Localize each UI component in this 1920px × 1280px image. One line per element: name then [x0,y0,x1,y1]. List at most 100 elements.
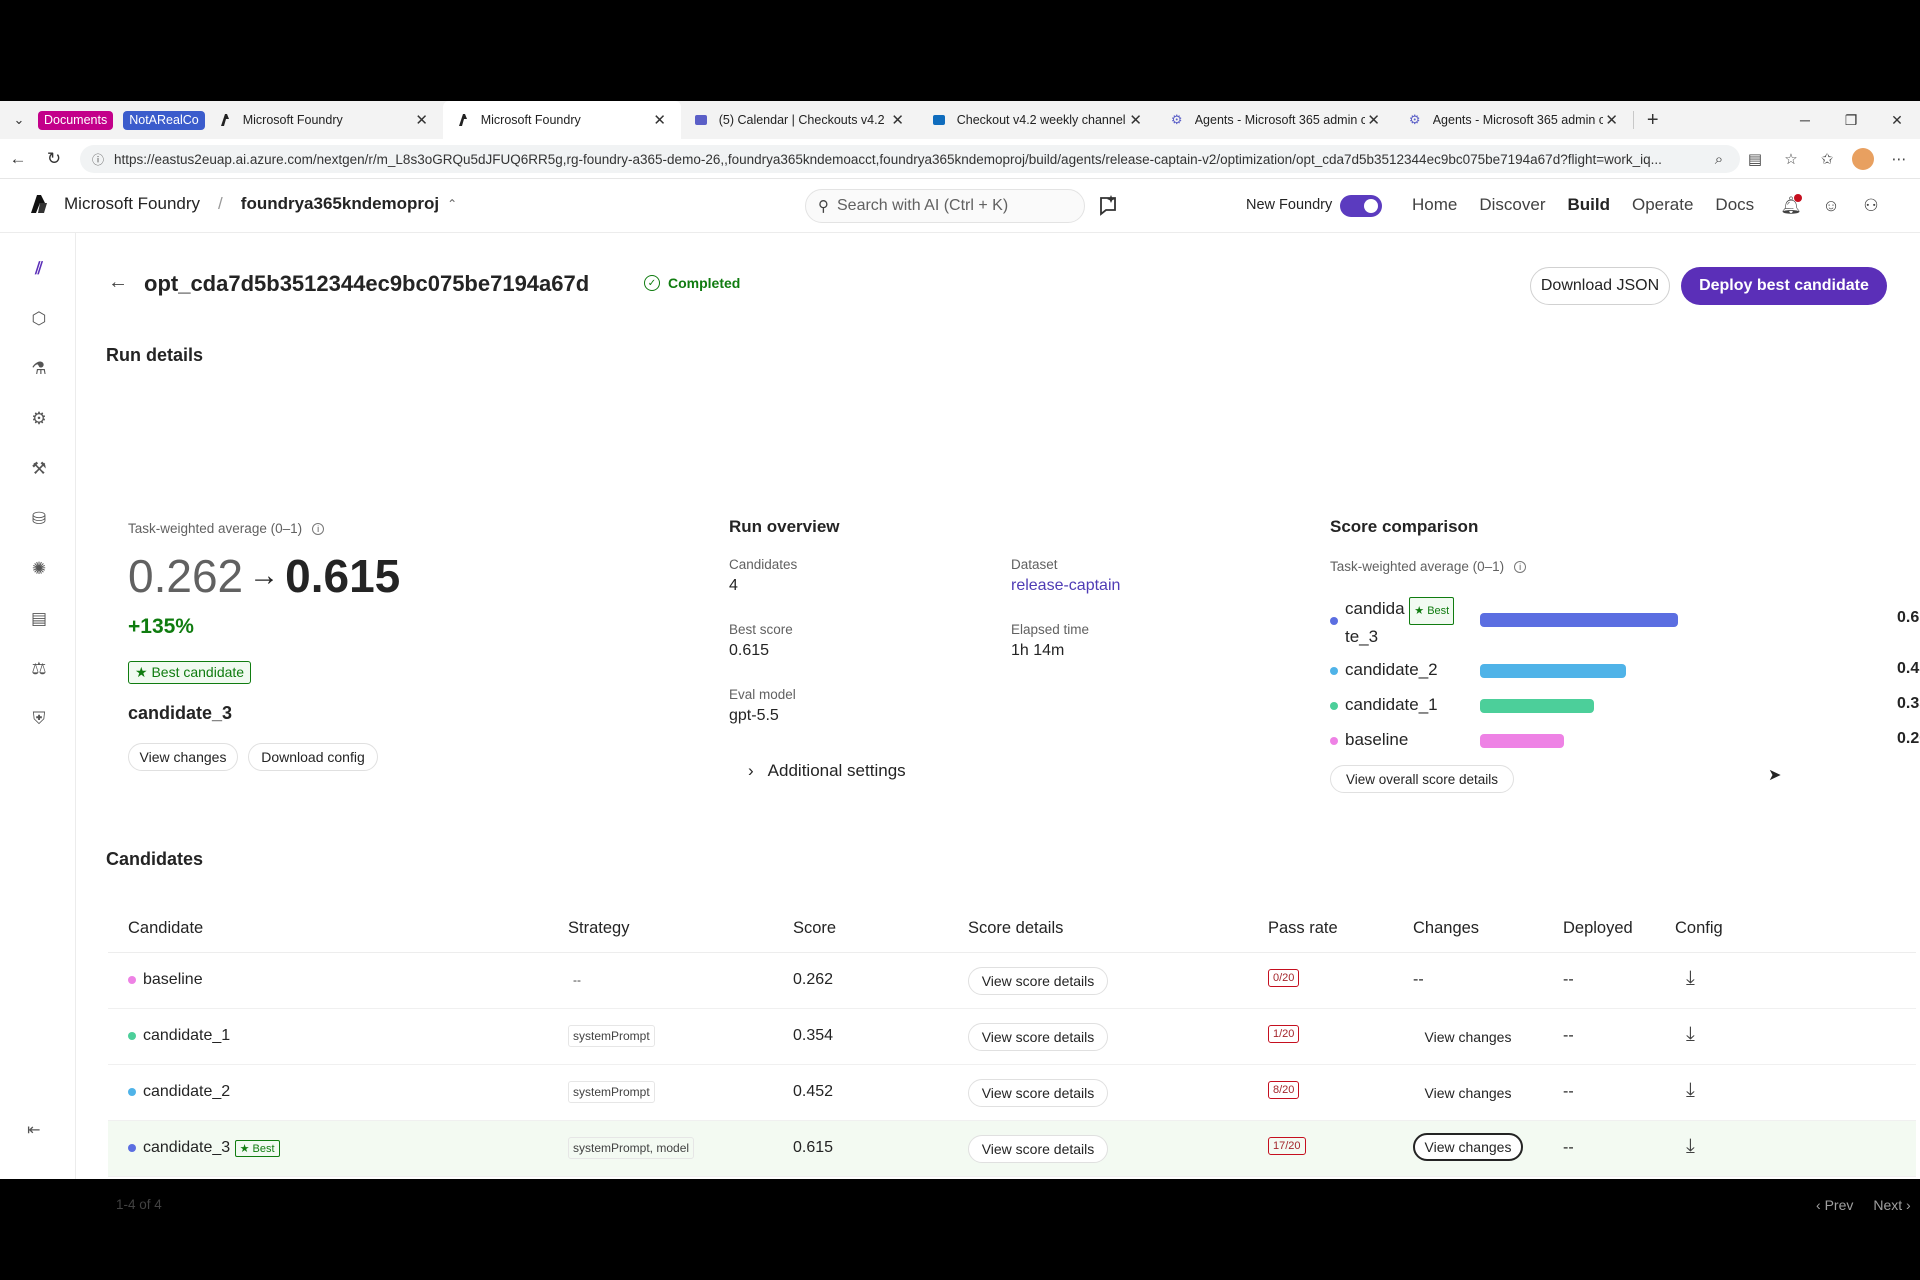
chevron-right-icon: › [748,761,754,780]
download-icon[interactable]: ⤓ [1686,1135,1695,1158]
download-icon[interactable]: ⤓ [1686,1023,1695,1046]
minimize-icon[interactable]: ─ [1782,101,1828,139]
guardrails-shield-icon[interactable]: ⛨ [27,707,51,731]
tab-group-notarealco[interactable]: NotARealCo [123,110,205,130]
download-icon[interactable]: ⤓ [1686,967,1695,990]
download-config-button[interactable]: Download config [248,743,378,771]
browser-tab[interactable]: ⚙ Agents - Microsoft 365 admin cen ✕ [1157,101,1395,139]
models-cube-icon[interactable]: ⬡ [27,307,51,331]
site-info-icon[interactable]: ⓘ [92,151,104,168]
info-icon[interactable]: i [1514,561,1527,574]
prev-page-button[interactable]: ‹ Prev [1816,1197,1853,1213]
search-placeholder: Search with AI (Ctrl + K) [837,197,1009,214]
dataset-link[interactable]: release-captain [1011,577,1120,595]
col-strategy[interactable]: Strategy [568,919,629,938]
browser-tab[interactable]: Microsoft Foundry ✕ [205,101,443,139]
view-changes-button[interactable]: View changes [1413,1079,1523,1107]
reader-icon[interactable]: ▤ [1744,150,1766,168]
nav-home[interactable]: Home [1412,195,1457,215]
url-field[interactable]: ⓘ https://eastus2euap.ai.azure.com/nextg… [80,145,1740,173]
additional-settings-toggle[interactable]: › Additional settings [748,761,906,781]
comparison-value: 0.354 [1897,695,1920,712]
nav-build[interactable]: Build [1567,195,1610,215]
browser-tab[interactable]: ⚙ Agents - Microsoft 365 admin cen ✕ [1395,101,1633,139]
data-database-icon[interactable]: ⛁ [27,507,51,531]
browser-tab-active[interactable]: Microsoft Foundry ✕ [442,101,681,139]
close-tab-icon[interactable]: ✕ [1127,111,1145,129]
nav-discover[interactable]: Discover [1479,195,1545,215]
table-row[interactable]: baseline -- 0.262 View score details 0/2… [108,953,1916,1009]
collapse-rail-icon[interactable]: ⇤ [27,1120,40,1140]
favorite-star-icon[interactable]: ☆ [1780,150,1802,168]
document-icon[interactable]: ▤ [27,607,51,631]
nav-operate[interactable]: Operate [1632,195,1693,215]
next-page-button[interactable]: Next › [1873,1197,1910,1213]
table-row[interactable]: candidate_2 systemPrompt 0.452 View scor… [108,1065,1916,1121]
agents-icon[interactable]: ⚙ [27,407,51,431]
col-score[interactable]: Score [793,919,836,938]
feedback-smiley-icon[interactable]: ☺ [1820,195,1842,217]
evaluation-scale-icon[interactable]: ⚖ [27,657,51,681]
strategy-tag: -- [573,973,581,987]
close-tab-icon[interactable]: ✕ [1365,111,1383,129]
browser-tab[interactable]: (5) Calendar | Checkouts v4.2 | Mic ✕ [681,101,919,139]
view-score-details-button[interactable]: View score details [968,1023,1108,1051]
search-input[interactable]: ⚲ Search with AI (Ctrl + K) [805,189,1085,223]
copilot-icon[interactable] [1096,194,1120,218]
favorites-icon[interactable]: ✩ [1816,150,1838,168]
download-icon[interactable]: ⤓ [1686,1079,1695,1102]
view-score-details-button[interactable]: View score details [968,967,1108,995]
pass-rate-badge: 1/20 [1268,1025,1300,1043]
close-tab-icon[interactable]: ✕ [413,111,431,129]
col-deployed: Deployed [1563,919,1633,937]
back-nav-icon[interactable]: ← [0,149,36,169]
view-changes-button[interactable]: View changes [128,743,238,771]
view-score-details-button[interactable]: View score details [968,1079,1108,1107]
search-icon: ⚲ [818,198,829,215]
zoom-icon[interactable]: ⌕ [1708,151,1730,168]
refresh-icon[interactable]: ↻ [36,149,72,169]
col-candidate[interactable]: Candidate [128,919,203,938]
account-person-icon[interactable]: ⚇ [1860,195,1882,217]
comparison-row-baseline: baseline 0.262 [1330,725,1920,755]
from-score: 0.262 [128,550,244,602]
score-value: 0.262 [793,971,834,988]
comparison-bar [1480,699,1594,713]
tools-icon[interactable]: ⚒ [27,457,51,481]
main-content: ← opt_cda7d5b3512344ec9bc075be7194a67d ✓… [76,233,1920,1213]
brand-name[interactable]: Microsoft Foundry [64,194,200,214]
tab-list-icon[interactable]: ⌄ [0,101,38,139]
more-menu-icon[interactable]: ⋯ [1888,150,1910,168]
table-row[interactable]: candidate_1 systemPrompt 0.354 View scor… [108,1009,1916,1065]
close-tab-icon[interactable]: ✕ [889,111,907,129]
info-icon[interactable]: i [312,523,325,536]
candidate-name: candidate_3 ★ Best [128,1139,280,1157]
comparison-name: baseline [1345,730,1409,749]
browser-tab[interactable]: Checkout v4.2 weekly channel sum ✕ [919,101,1157,139]
flask-icon[interactable]: ⚗ [27,357,51,381]
profile-avatar-icon[interactable] [1852,148,1874,170]
download-json-button[interactable]: Download JSON [1530,267,1670,305]
chevron-updown-icon[interactable]: ⌃ [447,197,457,211]
bell-icon[interactable]: 🔔︎ [1780,194,1802,217]
close-window-icon[interactable]: ✕ [1874,101,1920,139]
col-pass-rate[interactable]: Pass rate [1268,919,1338,938]
deploy-best-candidate-button[interactable]: Deploy best candidate [1681,267,1887,305]
view-changes-button[interactable]: View changes [1413,1023,1523,1051]
new-tab-icon[interactable]: + [1634,109,1672,132]
close-tab-icon[interactable]: ✕ [1603,111,1621,129]
foundry-home-icon[interactable]: ⫽ [27,257,51,281]
close-tab-icon[interactable]: ✕ [651,111,669,129]
nav-docs[interactable]: Docs [1715,195,1754,215]
new-foundry-toggle[interactable] [1340,195,1382,217]
project-selector[interactable]: foundrya365kndemoproj [241,194,439,214]
view-overall-score-details-button[interactable]: View overall score details [1330,765,1514,793]
view-score-details-button[interactable]: View score details [968,1135,1108,1163]
score-value: 0.452 [793,1083,834,1100]
view-changes-button-focused[interactable]: View changes [1413,1133,1523,1161]
knowledge-brain-icon[interactable]: ✺ [27,557,51,581]
restore-icon[interactable]: ❐ [1828,101,1874,139]
tab-group-documents[interactable]: Documents [38,110,114,130]
arrow-left-icon[interactable]: ← [108,271,128,294]
table-row-best[interactable]: candidate_3 ★ Best systemPrompt, model 0… [108,1121,1916,1177]
